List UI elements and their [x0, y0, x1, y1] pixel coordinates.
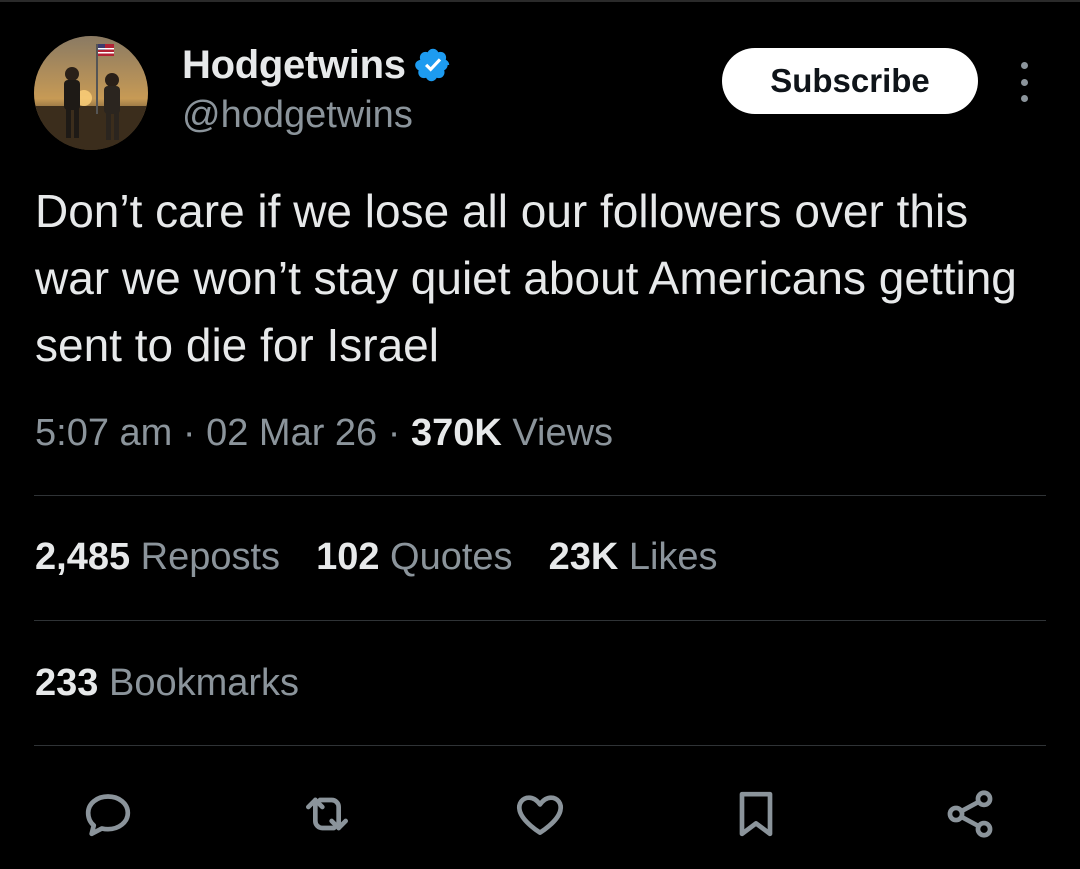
author-avatar[interactable] [34, 36, 148, 150]
likes-label: Likes [628, 536, 718, 578]
reposts-count: 2,485 [35, 536, 131, 578]
repost-icon[interactable] [297, 784, 357, 844]
top-border [0, 0, 1080, 2]
bookmarks-stat[interactable]: 233 Bookmarks [35, 662, 299, 705]
reposts-label: Reposts [140, 536, 281, 578]
views-label: Views [512, 412, 614, 454]
divider [34, 745, 1046, 746]
likes-count: 23K [548, 536, 619, 578]
bookmark-icon[interactable] [726, 784, 786, 844]
author-handle[interactable]: @hodgetwins [182, 94, 413, 137]
divider [34, 495, 1046, 496]
reply-icon[interactable] [78, 784, 138, 844]
bookmarks-count: 233 [35, 662, 99, 704]
quotes-count: 102 [316, 536, 380, 578]
like-icon[interactable] [510, 784, 570, 844]
subscribe-button[interactable]: Subscribe [722, 48, 978, 114]
action-bar [0, 784, 1080, 844]
quotes-stat[interactable]: 102 Quotes [316, 536, 513, 579]
share-icon[interactable] [940, 784, 1000, 844]
meta-separator: · [182, 412, 196, 454]
author-name-row: Hodgetwins [182, 42, 452, 88]
likes-stat[interactable]: 23K Likes [549, 536, 718, 579]
quotes-label: Quotes [390, 536, 513, 578]
avatar-photo-icon [34, 36, 148, 150]
author-name[interactable]: Hodgetwins [182, 43, 406, 88]
tweet-meta: 5:07 am · 02 Mar 26 · 370K Views [35, 412, 613, 455]
reposts-stat[interactable]: 2,485 Reposts [35, 536, 280, 579]
tweet-text: Don’t care if we lose all our followers … [35, 185, 1017, 371]
views-count: 370K [410, 412, 502, 454]
more-options-icon[interactable] [1010, 62, 1038, 102]
tweet-time[interactable]: 5:07 am [35, 412, 172, 454]
bookmarks-label: Bookmarks [108, 662, 300, 704]
engagement-stats: 2,485 Reposts 102 Quotes 23K Likes [35, 536, 754, 579]
verified-badge-icon [414, 46, 452, 84]
tweet-date[interactable]: 02 Mar 26 [206, 412, 377, 454]
meta-separator: · [387, 412, 401, 454]
divider [34, 620, 1046, 621]
